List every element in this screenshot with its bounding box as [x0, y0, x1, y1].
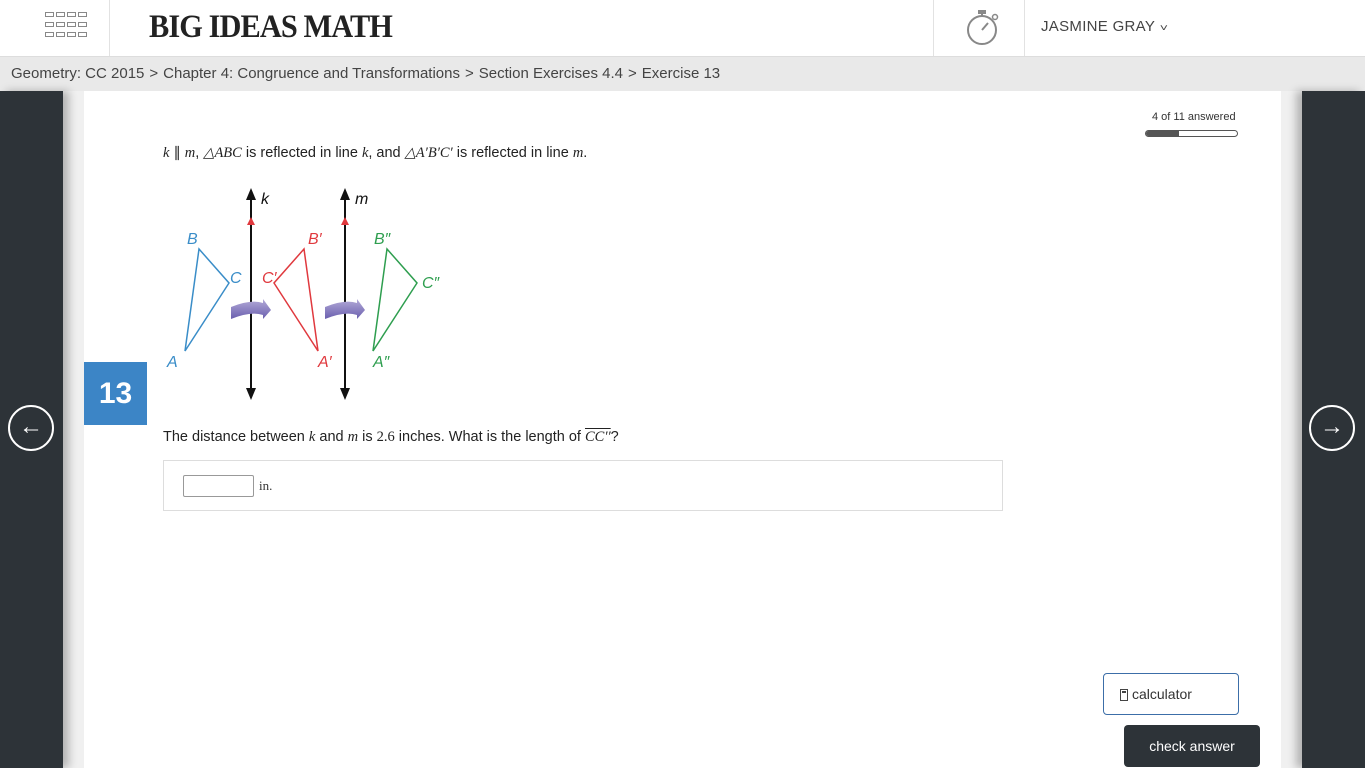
math-triangle: △A′B′C′	[404, 145, 453, 161]
answer-input[interactable]	[183, 475, 254, 497]
user-name: JASMINE GRAY	[1041, 18, 1156, 35]
check-answer-button[interactable]: check answer	[1124, 725, 1260, 767]
label-a1: A′	[317, 354, 333, 371]
label-c2: C″	[422, 275, 441, 292]
math-segment: CC′′	[584, 429, 611, 445]
math-var: m	[347, 429, 359, 445]
breadcrumb-separator: >	[628, 65, 637, 82]
apps-grid-icon[interactable]	[45, 12, 89, 44]
math-var: m	[184, 145, 196, 161]
answer-unit: in.	[259, 478, 273, 493]
breadcrumb-section[interactable]: Section Exercises 4.4	[479, 65, 623, 82]
label-c1: C′	[262, 270, 278, 287]
parallel-mark	[247, 217, 255, 225]
breadcrumb: Geometry: CC 2015 > Chapter 4: Congruence …	[0, 57, 1365, 91]
previous-exercise-button[interactable]: ←	[8, 405, 54, 451]
arrowhead-up	[340, 188, 350, 200]
label-k: k	[261, 191, 270, 208]
header-divider	[933, 0, 934, 56]
math-var: m	[572, 145, 584, 161]
user-menu[interactable]: JASMINE GRAY ˅	[1041, 18, 1169, 35]
label-m: m	[355, 191, 368, 208]
problem-text: is reflected in line	[245, 145, 358, 161]
label-c: C	[230, 270, 242, 287]
arrowhead-up	[246, 188, 256, 200]
calculator-button[interactable]: calculator	[1103, 673, 1239, 715]
answer-box: in.	[163, 460, 1003, 511]
arrow-left-icon: ←	[19, 413, 43, 440]
calculator-label: calculator	[1132, 686, 1192, 702]
top-bar: BIG IDEAS MATH JASMINE GRAY ˅	[0, 0, 1365, 57]
logo: BIG IDEAS MATH	[149, 9, 393, 45]
arrowhead-down	[340, 388, 350, 400]
question-text: The distance between k and m is 2.6 inch…	[163, 429, 619, 446]
math-triangle: △ABC	[203, 145, 242, 161]
progress-bar	[1145, 130, 1238, 137]
arrow-right-icon: →	[1320, 413, 1344, 440]
breadcrumb-exercise: Exercise 13	[641, 65, 721, 82]
next-exercise-button[interactable]: →	[1309, 405, 1355, 451]
header-divider	[1024, 0, 1025, 56]
header-divider	[109, 0, 110, 56]
breadcrumb-separator: >	[149, 65, 159, 82]
label-a: A	[166, 354, 178, 371]
math-punct: .	[583, 145, 588, 161]
math-var: k	[163, 145, 170, 161]
triangle-a1b1c1	[273, 247, 319, 352]
progress-label: 4 of 11 answered	[1152, 111, 1236, 123]
question-part: is	[362, 429, 373, 445]
chevron-down-icon: ˅	[1159, 23, 1169, 34]
label-b2: B″	[374, 231, 392, 248]
question-part: The distance between	[163, 429, 305, 445]
question-part: inches. What is the length of	[398, 429, 581, 445]
triangle-a2b2c2	[372, 247, 418, 352]
stopwatch-icon[interactable]	[962, 8, 1002, 48]
math-punct: ,	[195, 145, 200, 161]
triangle-abc	[184, 247, 230, 352]
math-var: k	[308, 429, 316, 445]
problem-statement: k ∥ m, △ABC is reflected in line k, and …	[163, 145, 587, 162]
calculator-icon	[1120, 689, 1128, 701]
exercise-number-badge: 13	[84, 362, 147, 425]
label-b: B	[187, 231, 198, 248]
parallel-mark	[341, 217, 349, 225]
problem-text: is reflected in line	[456, 145, 569, 161]
label-a2: A″	[372, 354, 391, 371]
problem-text: , and	[368, 145, 401, 161]
breadcrumb-course[interactable]: Geometry: CC 2015	[11, 65, 144, 82]
breadcrumb-chapter[interactable]: Chapter 4: Congruence and Transformation…	[163, 65, 460, 82]
label-b1: B′	[308, 231, 323, 248]
math-symbol: ∥	[173, 145, 181, 161]
question-part: ?	[610, 429, 619, 445]
breadcrumb-separator: >	[465, 65, 474, 82]
progress-fill	[1146, 131, 1179, 136]
arrowhead-down	[246, 388, 256, 400]
question-part: and	[319, 429, 344, 445]
reflection-figure: k m B C A B′ C′ A′ B″ C″ A″	[166, 188, 441, 400]
math-number: 2.6	[376, 429, 395, 445]
